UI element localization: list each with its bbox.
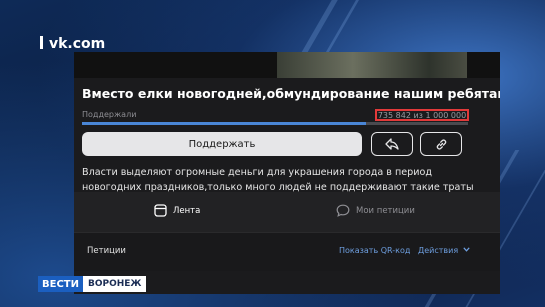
petition-image — [277, 52, 467, 78]
share-icon — [385, 138, 399, 150]
show-qr-link[interactable]: Показать QR-код — [339, 246, 410, 255]
signature-count: 735 842 из 1 000 000 — [375, 109, 469, 121]
actions-label: Действия — [418, 246, 459, 255]
petitions-title: Петиции — [87, 246, 126, 256]
tab-my-petitions-label: Мои петиции — [356, 205, 415, 216]
phone-screen: Вместо елки новогодней,обмундирование на… — [74, 52, 500, 294]
feed-icon — [154, 204, 167, 217]
support-button[interactable]: Поддержать — [82, 132, 362, 156]
tab-my-petitions[interactable]: Мои петиции — [336, 204, 415, 217]
tab-feed[interactable]: Лента — [154, 204, 200, 217]
tab-feed-label: Лента — [173, 205, 201, 216]
site-label: vk.com — [40, 36, 105, 52]
broadcast-logo: ВЕСТИ ВОРОНЕЖ — [38, 276, 147, 292]
support-progress-bar — [82, 122, 468, 125]
copy-link-button[interactable] — [420, 132, 462, 156]
petition-photo — [74, 52, 500, 78]
support-progress-fill — [82, 122, 367, 125]
share-button[interactable] — [371, 132, 413, 156]
bottom-bar: Петиции Показать QR-код Действия — [74, 232, 500, 271]
actions-dropdown[interactable]: Действия — [418, 246, 470, 255]
chevron-down-icon — [463, 247, 470, 252]
petition-title: Вместо елки новогодней,обмундирование на… — [82, 86, 500, 101]
city-name: ВОРОНЕЖ — [82, 276, 147, 292]
tab-bar: Лента Мои петиции — [74, 192, 500, 232]
channel-name: ВЕСТИ — [38, 276, 83, 292]
chat-bubble-icon — [336, 204, 350, 217]
link-icon — [436, 138, 446, 150]
supported-label: Поддержали — [82, 110, 137, 119]
